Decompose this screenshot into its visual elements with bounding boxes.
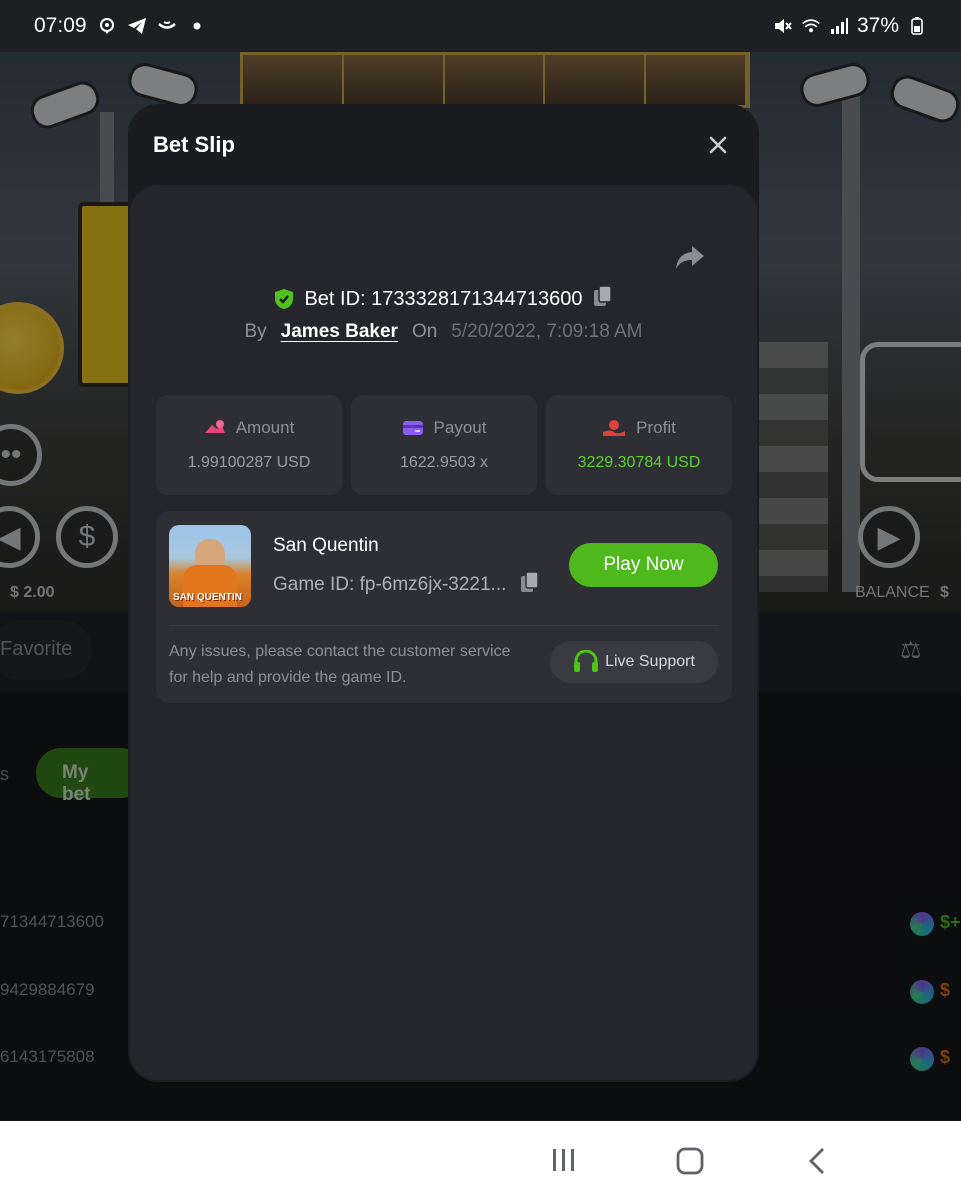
close-icon [709, 136, 727, 154]
payout-value: 1622.9503 x [399, 454, 489, 471]
bet-id-value: 1733328171344713600 [371, 287, 583, 310]
bet-id-line: Bet ID: 1733328171344713600 [130, 285, 757, 313]
play-now-button[interactable]: Play Now [569, 543, 718, 587]
amount-value: 1.99100287 USD [187, 454, 311, 471]
user-link[interactable]: James Baker [281, 321, 398, 343]
copy-game-id-button[interactable] [520, 571, 540, 599]
card-icon [402, 421, 423, 435]
close-button[interactable] [705, 132, 731, 158]
payout-label: Payout [433, 418, 487, 437]
live-support-button[interactable]: Live Support [550, 641, 718, 683]
bet-slip-modal: Bet Slip Bet ID: 1733328171344713600 By … [128, 104, 759, 1082]
on-label: On [411, 321, 438, 342]
wave-icon [157, 16, 177, 36]
share-button[interactable] [674, 243, 706, 271]
wifi-icon [801, 16, 821, 36]
mute-icon [773, 16, 793, 36]
verified-shield-icon [275, 289, 294, 309]
battery-level: 37% [856, 14, 899, 37]
game-id-label: Game ID: [273, 574, 355, 595]
profit-card: Profit 3229.30784 USD [546, 395, 732, 495]
game-thumbnail[interactable]: SAN QUENTIN [169, 525, 251, 607]
game-name: San Quentin [273, 535, 379, 556]
profit-value: 3229.30784 USD [577, 454, 701, 471]
payout-card: Payout 1622.9503 x [351, 395, 537, 495]
game-id-line: Game ID: fp-6mz6jx-3221... [273, 571, 540, 599]
copy-icon [593, 285, 612, 306]
amount-label: Amount [235, 418, 295, 437]
amount-card: Amount 1.99100287 USD [156, 395, 342, 495]
copy-icon [521, 571, 540, 592]
profit-icon [603, 420, 626, 436]
game-id-value: fp-6mz6jx-3221... [359, 574, 507, 595]
copy-bet-id-button[interactable] [593, 285, 613, 313]
dot-icon [187, 16, 207, 36]
status-bar: 07:09 37% [0, 0, 961, 52]
location-icon [97, 16, 117, 36]
stats-row: Amount 1.99100287 USD Payout 1622.9503 x… [156, 395, 732, 495]
back-button[interactable] [808, 1147, 826, 1180]
by-label: By [244, 321, 267, 342]
bet-id-label: Bet ID: [304, 287, 366, 310]
back-icon [809, 1148, 824, 1174]
telegram-icon [127, 16, 147, 36]
profit-label: Profit [636, 418, 676, 437]
game-thumbnail-label: SAN QUENTIN [173, 592, 242, 603]
recent-apps-button[interactable] [551, 1147, 577, 1178]
by-line: By James Baker On 5/20/2022, 7:09:18 AM [130, 321, 757, 343]
divider [169, 625, 719, 626]
recent-apps-icon [553, 1149, 574, 1171]
game-card: SAN QUENTIN San Quentin Game ID: fp-6mz6… [156, 511, 732, 703]
home-button[interactable] [676, 1147, 704, 1180]
battery-icon [907, 16, 927, 36]
headset-icon [574, 650, 599, 672]
system-nav-bar [0, 1121, 961, 1200]
modal-header: Bet Slip [128, 104, 759, 184]
support-text: Any issues, please contact the customer … [169, 643, 511, 686]
live-support-label: Live Support [605, 653, 695, 670]
bet-details: Bet ID: 1733328171344713600 By James Bak… [130, 185, 757, 1080]
home-icon [676, 1147, 704, 1175]
share-icon [676, 246, 704, 269]
signal-icon [829, 16, 849, 36]
modal-title: Bet Slip [153, 132, 235, 157]
bet-date: 5/20/2022, 7:09:18 AM [451, 321, 643, 342]
clock: 07:09 [34, 14, 87, 37]
amount-icon [204, 420, 225, 433]
